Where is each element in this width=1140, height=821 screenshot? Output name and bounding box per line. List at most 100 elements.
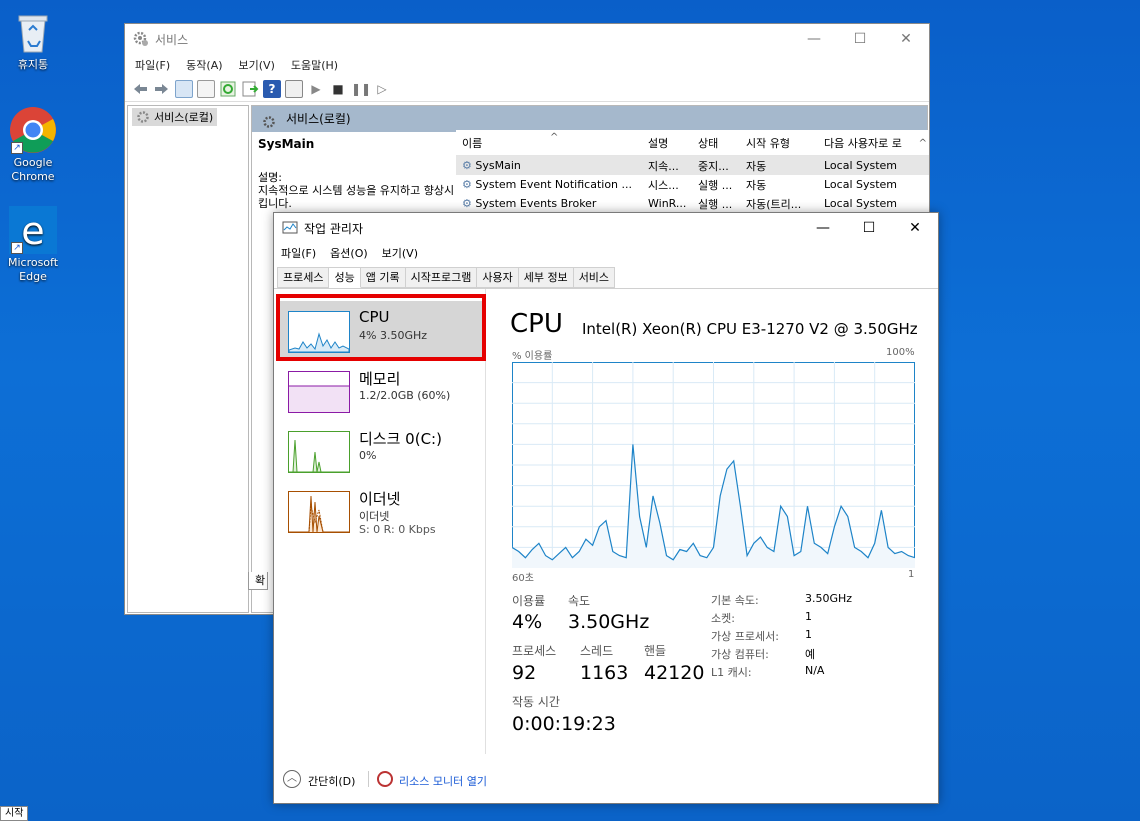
menu-file[interactable]: 파일(F) [281,245,316,261]
tab-app-history[interactable]: 앱 기록 [360,267,406,288]
stop-icon[interactable]: ■ [329,80,347,98]
cpu-utilization-chart [512,362,915,568]
time-left-label: 60초 [512,573,534,584]
desktop-icon-chrome[interactable]: ↗ Google Chrome [4,106,62,184]
minimize-button[interactable]: — [800,213,846,243]
back-arrow-icon[interactable] [131,80,149,98]
tab-startup[interactable]: 시작프로그램 [405,267,478,288]
taskmgr-titlebar[interactable]: 작업 관리자 — ☐ ✕ [274,213,938,243]
menu-view[interactable]: 보기(V) [382,245,418,261]
maximize-button[interactable]: ☐ [837,24,883,54]
resource-memory[interactable]: 메모리 1.2/2.0GB (60%) [278,361,484,421]
services-menubar: 파일(F) 동작(A) 보기(V) 도움말(H) [125,54,929,76]
info-value: 1 [805,628,812,641]
column-header-name[interactable]: 이름 [456,135,642,151]
service-startup: 자동 [746,178,767,192]
description-text: 지속적으로 시스템 성능을 유지하고 향상시킵니다. [258,184,455,210]
tab-processes[interactable]: 프로세스 [277,267,330,288]
service-name: SysMain [475,159,521,172]
chrome-icon: ↗ [9,106,57,154]
edge-icon: e ↗ [9,206,57,254]
menu-help[interactable]: 도움말(H) [291,57,338,73]
stat-util-label: 이용률 [512,594,546,608]
fewer-details-button[interactable]: 간단히(D) [308,773,355,789]
services-pane-header: 서비스(로컬) [252,106,927,132]
menu-file[interactable]: 파일(F) [135,57,170,73]
tree-item-services-local[interactable]: 서비스(로컬) [132,108,218,126]
desktop-icon-edge[interactable]: e ↗ Microsoft Edge [4,206,62,284]
help-icon[interactable]: ? [263,79,281,98]
extended-tab[interactable]: 확 [248,572,268,590]
menu-options[interactable]: 옵션(O) [330,245,367,261]
resource-name: 이더넷 [359,490,401,508]
forward-arrow-icon[interactable] [153,80,171,98]
column-header-logon[interactable]: 다음 사용자로 로 [818,135,918,151]
service-desc: 지속... [648,159,679,173]
resource-sub: 이더넷 [359,510,390,523]
column-header-status[interactable]: 상태 [692,135,740,151]
stat-thread-label: 스레드 [580,644,614,658]
console-tree-icon[interactable] [175,79,193,98]
taskmgr-tabs: 프로세스 성능 앱 기록 시작프로그램 사용자 세부 정보 서비스 [277,267,616,288]
column-header-startup[interactable]: 시작 유형 [740,135,818,151]
chevron-up-icon[interactable]: ︿ [283,770,301,788]
service-name: System Events Broker [475,197,597,210]
table-row[interactable]: ⚙ SysMain 지속... 중지... 자동 Local System [456,156,929,175]
service-startup: 자동 [746,159,767,173]
highlight-box [276,294,486,361]
info-label: 소켓: [711,612,735,625]
task-manager-icon [282,221,298,238]
info-label: 가상 컴퓨터: [711,648,769,661]
desktop-icon-label: Microsoft Edge [7,256,59,283]
shortcut-arrow-icon: ↗ [11,242,23,254]
resource-ethernet[interactable]: 이더넷 이더넷 S: 0 R: 0 Kbps [278,481,484,541]
service-description: SysMain 설명: 지속적으로 시스템 성능을 유지하고 향상시킵니다. [258,138,458,211]
services-titlebar[interactable]: 서비스 — ☐ ✕ [125,24,929,54]
show-hide-action-pane-icon[interactable] [285,79,303,98]
restart-icon[interactable]: ▷ [373,80,391,98]
close-button[interactable]: ✕ [892,213,938,243]
maximize-button[interactable]: ☐ [846,213,892,243]
services-table: 이름 설명 상태 시작 유형 다음 사용자로 로 ^ ^ ⚙ SysMain 지… [456,130,929,213]
play-icon[interactable]: ▶ [307,80,325,98]
stat-handle-label: 핸들 [644,644,667,658]
service-status: 실행 ... [698,197,733,211]
table-header: 이름 설명 상태 시작 유형 다음 사용자로 로 [456,130,929,156]
stat-thread-value: 1163 [580,662,629,684]
scroll-up-icon[interactable]: ^ [919,138,927,149]
table-row[interactable]: ⚙ System Events Broker WinR... 실행 ... 자동… [456,194,929,213]
pause-icon[interactable]: ❚❚ [351,80,371,98]
shortcut-arrow-icon: ↗ [11,142,23,154]
table-row[interactable]: ⚙ System Event Notification ... 시스... 실행… [456,175,929,194]
tab-users[interactable]: 사용자 [477,267,519,288]
cpu-heading: CPU [510,309,563,339]
desktop-icon-recycle-bin[interactable]: 휴지통 [4,8,62,72]
menu-view[interactable]: 보기(V) [239,57,275,73]
ethernet-sparkline [288,491,350,533]
minimize-button[interactable]: — [791,24,837,54]
properties-icon[interactable] [197,79,215,98]
refresh-icon[interactable] [219,80,237,98]
stat-handle-value: 42120 [644,662,705,684]
service-gear-icon: ⚙ [462,178,472,191]
tab-performance[interactable]: 성능 [329,267,361,288]
stat-uptime-value: 0:00:19:23 [512,713,616,735]
open-resource-monitor-link[interactable]: 리소스 모니터 열기 [399,773,487,789]
menu-action[interactable]: 동작(A) [186,57,222,73]
stat-speed-value: 3.50GHz [568,611,650,633]
info-value: 1 [805,610,812,623]
export-list-icon[interactable] [241,80,259,98]
column-header-desc[interactable]: 설명 [642,135,692,151]
tree-item-label: 서비스(로컬) [154,111,214,124]
start-button[interactable]: 시작 [0,806,29,821]
close-button[interactable]: ✕ [883,24,929,54]
services-toolbar: ? ▶ ■ ❚❚ ▷ [125,76,929,102]
service-gear-icon: ⚙ [462,197,472,210]
tab-details[interactable]: 세부 정보 [518,267,574,288]
cpu-model: Intel(R) Xeon(R) CPU E3-1270 V2 @ 3.50GH… [582,320,918,338]
info-label: 가상 프로세서: [711,630,779,643]
info-label: L1 캐시: [711,666,752,679]
tab-services[interactable]: 서비스 [573,267,616,288]
resource-disk[interactable]: 디스크 0(C:) 0% [278,421,484,481]
resource-monitor-icon [377,771,393,787]
